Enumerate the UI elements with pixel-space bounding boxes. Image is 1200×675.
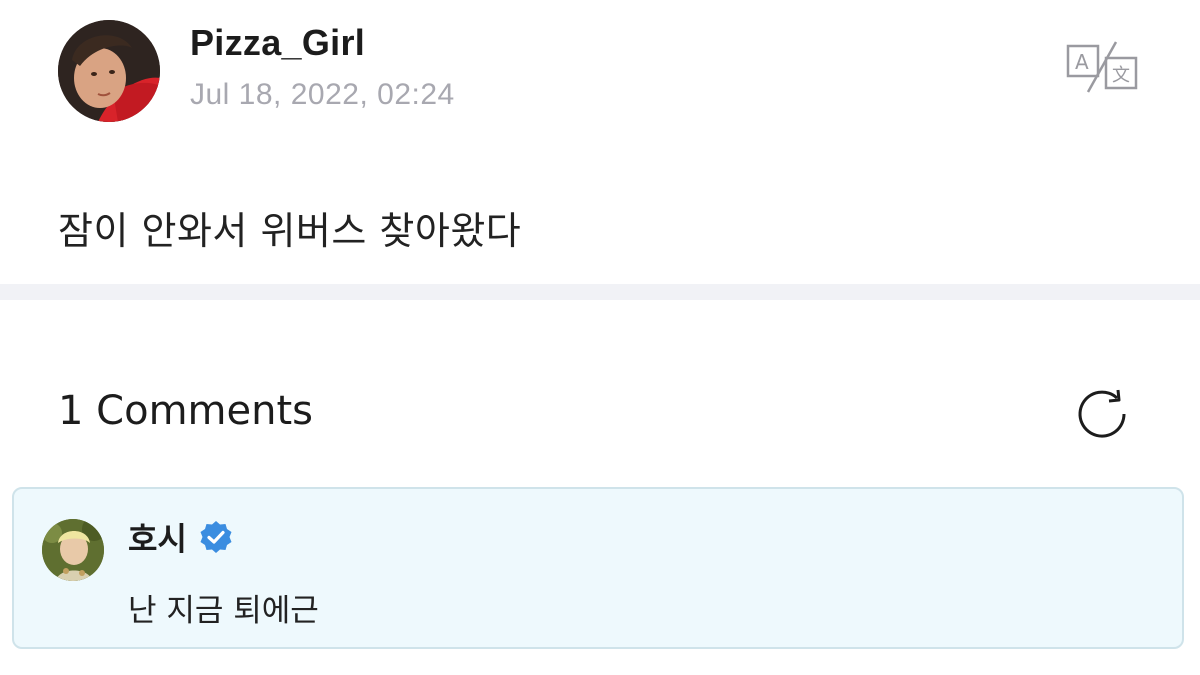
commenter-name[interactable]: 호시 xyxy=(128,514,187,560)
author-name[interactable]: Pizza_Girl xyxy=(190,22,365,64)
commenter-avatar-image xyxy=(42,519,104,581)
commenter-avatar[interactable] xyxy=(42,519,104,581)
comment-item[interactable]: 호시 난 지금 퇴에근 xyxy=(12,487,1184,649)
translate-button[interactable]: A 文 xyxy=(1066,40,1138,94)
translate-icon: A 文 xyxy=(1066,41,1138,93)
section-divider xyxy=(0,284,1200,300)
refresh-comments-button[interactable] xyxy=(1072,384,1132,444)
verified-badge-icon xyxy=(199,520,233,554)
post-detail-page: Pizza_Girl Jul 18, 2022, 02:24 A 文 잠이 안와… xyxy=(0,0,1200,675)
post-timestamp: Jul 18, 2022, 02:24 xyxy=(190,78,455,111)
refresh-icon xyxy=(1078,389,1126,438)
author-avatar-image xyxy=(58,20,160,122)
post-header: Pizza_Girl Jul 18, 2022, 02:24 A 文 xyxy=(58,20,1148,122)
svg-text:文: 文 xyxy=(1112,65,1130,86)
commenter-row: 호시 xyxy=(128,515,233,559)
comments-count: 1 Comments xyxy=(58,388,313,434)
comment-text: 난 지금 퇴에근 xyxy=(128,593,319,629)
post-body-text: 잠이 안와서 위버스 찾아왔다 xyxy=(58,209,522,253)
author-avatar[interactable] xyxy=(58,20,160,122)
svg-text:A: A xyxy=(1075,50,1089,74)
